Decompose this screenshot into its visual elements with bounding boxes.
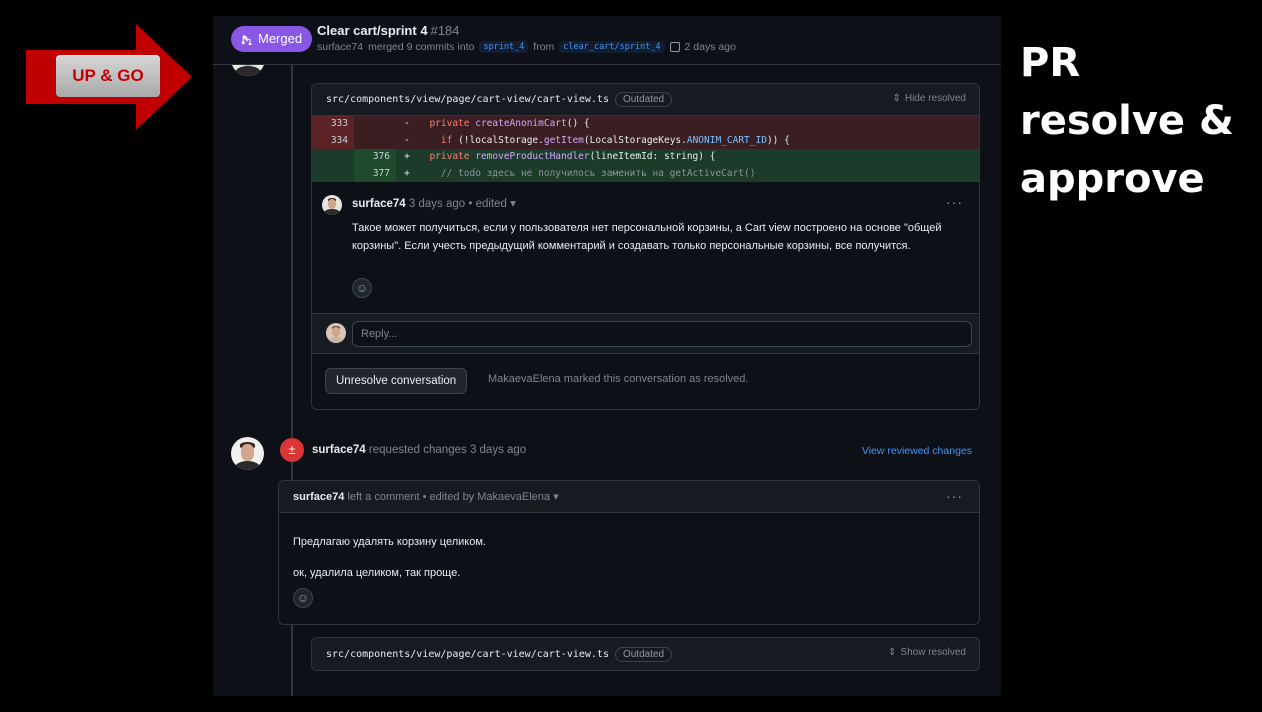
pr-title-text[interactable]: Clear cart/sprint 4 <box>317 23 428 38</box>
show-resolved-label: Show resolved <box>900 647 966 658</box>
copy-icon[interactable] <box>669 42 680 52</box>
comment-author-name[interactable]: surface74 <box>293 491 344 503</box>
kebab-menu-icon[interactable]: ··· <box>946 488 963 504</box>
review-comment: surface74 3 days ago • edited ▾ ··· Тако… <box>312 182 979 314</box>
outdated-label: Outdated <box>614 92 673 107</box>
old-line-number <box>312 149 354 166</box>
merge-icon <box>241 34 252 45</box>
comment-meta[interactable]: left a comment • edited by MakaevaElena <box>347 491 550 503</box>
outdated-label: Outdated <box>614 646 673 662</box>
review-thread: src/components/view/page/cart-view/cart-… <box>311 83 980 410</box>
chevron-down-icon[interactable]: ▾ <box>553 491 559 503</box>
view-reviewed-changes-link[interactable]: View reviewed changes <box>862 445 972 457</box>
add-reaction-icon[interactable]: ☺ <box>293 588 313 608</box>
kebab-menu-icon[interactable]: ··· <box>946 194 963 210</box>
diff-table: 333 - private createAnonimCart() { 334 -… <box>312 116 979 182</box>
diff-code: - if (!localStorage.getItem(LocalStorage… <box>396 132 979 149</box>
caption: PR resolve & approve <box>1020 34 1260 208</box>
file-path[interactable]: src/components/view/page/cart-view/cart-… <box>326 94 609 105</box>
chevron-down-icon[interactable]: ▾ <box>510 198 516 210</box>
caption-line: approve <box>1020 156 1205 202</box>
resolve-row: Unresolve conversation MakaevaElena mark… <box>312 354 979 408</box>
comment-body: Такое может получиться, если у пользоват… <box>352 222 942 252</box>
add-reaction-icon[interactable]: ☺ <box>352 278 372 298</box>
new-line-number: 376 <box>354 149 396 166</box>
comment-author-name[interactable]: surface74 <box>352 198 406 210</box>
comment-header: surface74 left a comment • edited by Mak… <box>279 481 979 513</box>
merged-label: Merged <box>258 31 303 46</box>
from-text: from <box>533 41 555 53</box>
review-event: surface74 requested changes 3 days ago <box>312 444 526 456</box>
reply-input[interactable]: Reply... <box>352 321 972 347</box>
new-line-number: 377 <box>354 165 396 182</box>
comment-body: Предлагаю удалять корзину целиком. ок, у… <box>293 527 486 589</box>
new-line-number <box>354 132 396 149</box>
pr-time: 2 days ago <box>684 41 736 53</box>
pr-title[interactable]: Clear cart/sprint 4 #184 <box>317 23 459 38</box>
pr-author[interactable]: surface74 <box>317 41 363 53</box>
old-line-number: 334 <box>312 132 354 149</box>
comment-line: Предлагаю удалять корзину целиком. <box>293 536 486 548</box>
comment-author: surface74 left a comment • edited by Mak… <box>293 490 559 503</box>
avatar[interactable] <box>231 437 264 470</box>
caption-line: resolve & <box>1020 98 1234 144</box>
unfold-icon: ⇕ <box>888 647 897 658</box>
review-action[interactable]: requested changes 3 days ago <box>369 444 526 456</box>
file-diff-icon: ± <box>280 438 304 462</box>
file-path[interactable]: src/components/view/page/cart-view/cart-… <box>326 649 609 660</box>
diff-code: + private removeProductHandler(lineItemI… <box>396 149 979 166</box>
pr-merged-text: merged 9 commits into <box>368 41 475 53</box>
file-header: src/components/view/page/cart-view/cart-… <box>312 84 979 116</box>
diff-line: 376 + private removeProductHandler(lineI… <box>312 149 979 166</box>
merged-status-badge: Merged <box>231 26 313 52</box>
github-pr-panel: Merged Clear cart/sprint 4 #184 surface74… <box>213 16 1001 696</box>
comment-line: ок, удалила целиком, так проще. <box>293 567 461 579</box>
diff-line: 377 + // todo здесь не получилось замени… <box>312 165 979 182</box>
hide-resolved-button[interactable]: ⇕ Hide resolved <box>892 93 966 104</box>
review-author[interactable]: surface74 <box>312 444 366 456</box>
old-line-number: 333 <box>312 116 354 133</box>
file-header: src/components/view/page/cart-view/cart-… <box>312 638 979 670</box>
old-line-number <box>312 165 354 182</box>
hide-resolved-label: Hide resolved <box>904 93 966 104</box>
diff-line: 334 - if (!localStorage.getItem(LocalSto… <box>312 132 979 149</box>
avatar <box>326 323 346 343</box>
resolved-by-text: MakaevaElena marked this conversation as… <box>488 373 749 385</box>
head-branch[interactable]: clear_cart/sprint_4 <box>559 41 665 53</box>
avatar[interactable] <box>322 195 342 215</box>
show-resolved-button[interactable]: ⇕ Show resolved <box>888 647 966 658</box>
comment-meta[interactable]: 3 days ago • edited <box>409 198 507 210</box>
caption-line: PR <box>1020 40 1081 86</box>
pr-sticky-header: Merged Clear cart/sprint 4 #184 surface74… <box>213 16 1001 65</box>
diff-code: + // todo здесь не получилось заменить н… <box>396 165 979 182</box>
diff-code: - private createAnonimCart() { <box>396 116 979 133</box>
base-branch[interactable]: sprint_4 <box>479 41 529 53</box>
pr-subtitle: surface74 merged 9 commits into sprint_4… <box>317 41 736 53</box>
pr-number: #184 <box>430 23 460 38</box>
arrow-label: UP & GO <box>56 55 160 97</box>
diff-line: 333 - private createAnonimCart() { <box>312 116 979 133</box>
reply-row: Reply... <box>312 314 979 354</box>
unresolve-conversation-button[interactable]: Unresolve conversation <box>325 368 468 394</box>
review-comment-box: surface74 left a comment • edited by Mak… <box>278 480 980 625</box>
new-line-number <box>354 116 396 133</box>
fold-icon: ⇕ <box>892 93 901 104</box>
review-thread: src/components/view/page/cart-view/cart-… <box>311 637 980 671</box>
comment-author: surface74 3 days ago • edited ▾ <box>352 196 516 210</box>
